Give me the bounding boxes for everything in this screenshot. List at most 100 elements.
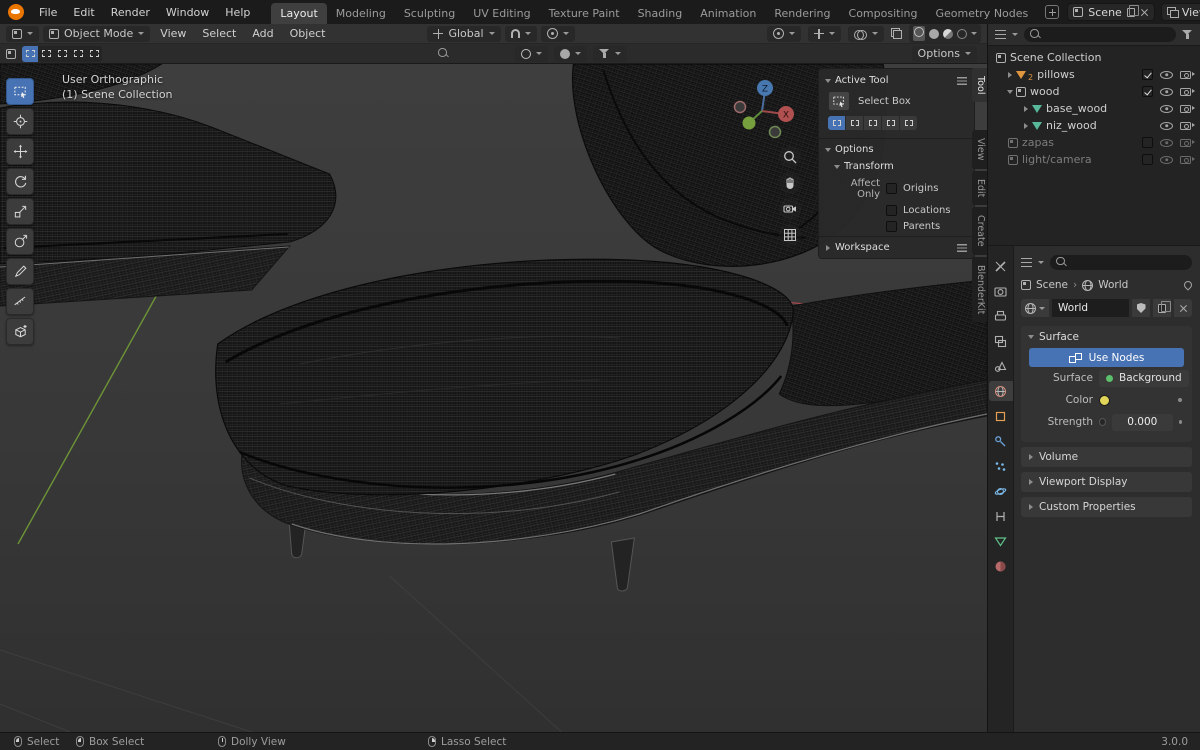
decorator-dot[interactable] xyxy=(1179,420,1182,424)
shading-dropdown-chevron[interactable] xyxy=(971,32,977,35)
workspace-tab-compositing[interactable]: Compositing xyxy=(840,3,927,24)
expand-icon[interactable] xyxy=(1024,123,1028,129)
locations-checkbox[interactable] xyxy=(886,205,897,216)
sidebar-tab-edit[interactable]: Edit xyxy=(972,171,987,205)
new-world-button[interactable] xyxy=(1153,299,1171,317)
tab-physics[interactable] xyxy=(989,481,1013,501)
tool-add-cube[interactable] xyxy=(6,318,34,345)
decorator-dot[interactable] xyxy=(1178,398,1182,402)
properties-editor-icon[interactable] xyxy=(1021,258,1032,267)
gizmo-y-axis[interactable] xyxy=(743,117,756,130)
mode-subtract-button[interactable] xyxy=(864,116,881,130)
overlays-dropdown[interactable] xyxy=(848,26,884,42)
select-mode-extend[interactable] xyxy=(38,46,54,62)
sidebar-tab-blenderkit[interactable]: BlenderKit xyxy=(972,257,987,322)
unlink-world-button[interactable] xyxy=(1174,299,1192,317)
breadcrumb-world[interactable]: World xyxy=(1098,279,1128,291)
select-mode-subtract[interactable] xyxy=(54,46,70,62)
sidebar-tab-create[interactable]: Create xyxy=(972,207,987,255)
tab-object-data[interactable] xyxy=(989,531,1013,551)
tool-annotate[interactable] xyxy=(6,258,34,285)
mode-extend-button[interactable] xyxy=(846,116,863,130)
panel-menu-icon[interactable] xyxy=(957,77,967,85)
hide-viewport-icon[interactable] xyxy=(1160,71,1173,79)
parents-checkbox[interactable] xyxy=(886,221,897,232)
scene-selector[interactable]: Scene xyxy=(1067,3,1155,21)
color-swatch[interactable] xyxy=(1099,395,1110,406)
pan-hand-button[interactable] xyxy=(779,172,801,194)
origins-checkbox[interactable] xyxy=(886,183,897,194)
menu-view[interactable]: View xyxy=(154,25,192,42)
menu-window[interactable]: Window xyxy=(159,3,216,22)
tab-constraints[interactable] xyxy=(989,506,1013,526)
select-mode-new[interactable] xyxy=(22,46,38,62)
outliner-row-scene-collection[interactable]: Scene Collection xyxy=(988,49,1200,66)
breadcrumb-scene[interactable]: Scene xyxy=(1036,279,1068,291)
transform-panel-header[interactable]: Transform xyxy=(819,158,974,175)
workspace-tab-geometry-nodes[interactable]: Geometry Nodes xyxy=(926,3,1037,24)
outliner-row-pillows[interactable]: 2 pillows xyxy=(988,66,1200,83)
tool-cursor[interactable] xyxy=(6,108,34,135)
tab-tool[interactable] xyxy=(989,256,1013,276)
volume-panel-header[interactable]: Volume xyxy=(1021,447,1192,467)
disable-render-icon[interactable] xyxy=(1180,139,1191,147)
navigation-gizmo[interactable]: Z X xyxy=(730,78,794,142)
select-mode-invert[interactable] xyxy=(70,46,86,62)
shading-wireframe-button[interactable] xyxy=(913,26,925,41)
browse-world-button[interactable] xyxy=(1021,299,1049,317)
add-workspace-icon[interactable] xyxy=(1045,5,1059,19)
rendered-shading-icon[interactable] xyxy=(957,29,967,39)
snap-toggle[interactable] xyxy=(505,26,537,42)
exclude-checkbox[interactable] xyxy=(1142,137,1153,148)
tool-move[interactable] xyxy=(6,138,34,165)
world-name-field[interactable]: World xyxy=(1052,299,1129,317)
material-shading-icon[interactable] xyxy=(943,29,953,39)
mode-dropdown[interactable]: Object Mode xyxy=(43,26,150,42)
hide-viewport-icon[interactable] xyxy=(1160,88,1173,96)
menu-select[interactable]: Select xyxy=(196,25,242,42)
editor-chevron[interactable] xyxy=(1038,261,1044,264)
custom-properties-panel-header[interactable]: Custom Properties xyxy=(1021,497,1192,517)
active-tool-panel-header[interactable]: Active Tool xyxy=(819,72,974,89)
tool-rotate[interactable] xyxy=(6,168,34,195)
menu-edit[interactable]: Edit xyxy=(66,3,101,22)
menu-file[interactable]: File xyxy=(32,3,64,22)
animate-decorator[interactable] xyxy=(1099,418,1106,426)
gizmo-neg-y-axis[interactable] xyxy=(770,127,781,138)
workspace-tab-texture-paint[interactable]: Texture Paint xyxy=(540,3,629,24)
remove-scene-icon[interactable] xyxy=(1140,8,1149,17)
exclude-checkbox[interactable] xyxy=(1142,154,1153,165)
disable-render-icon[interactable] xyxy=(1180,122,1191,130)
expand-icon[interactable] xyxy=(1024,106,1028,112)
tab-scene[interactable] xyxy=(989,356,1013,376)
filter-dropdown-1[interactable] xyxy=(515,46,548,62)
hide-viewport-icon[interactable] xyxy=(1160,122,1173,130)
mode-intersect-button[interactable] xyxy=(900,116,917,130)
editor-type-button[interactable] xyxy=(6,26,39,42)
sidebar-tab-view[interactable]: View xyxy=(972,130,987,169)
use-nodes-button[interactable]: Use Nodes xyxy=(1029,348,1184,367)
surface-shader-button[interactable]: Background xyxy=(1099,370,1189,387)
outliner-row-niz-wood[interactable]: niz_wood xyxy=(988,117,1200,134)
xray-toggle-icon[interactable] xyxy=(891,28,902,39)
mode-invert-button[interactable] xyxy=(882,116,899,130)
solid-shading-icon[interactable] xyxy=(929,29,939,39)
outliner-editor-icon[interactable] xyxy=(995,30,1006,39)
select-box-tool-button[interactable] xyxy=(828,91,850,111)
viewport-display-panel-header[interactable]: Viewport Display xyxy=(1021,472,1192,492)
workspace-tab-animation[interactable]: Animation xyxy=(691,3,765,24)
workspace-tab-sculpting[interactable]: Sculpting xyxy=(395,3,464,24)
gizmos-dropdown[interactable] xyxy=(808,26,841,42)
hide-viewport-icon[interactable] xyxy=(1160,156,1173,164)
outliner-filter-icon[interactable] xyxy=(1182,30,1193,40)
outliner-row-light-camera[interactable]: light/camera xyxy=(988,151,1200,168)
disable-render-icon[interactable] xyxy=(1180,88,1191,96)
filter-funnel-dropdown[interactable] xyxy=(593,46,627,62)
new-scene-icon[interactable] xyxy=(1127,8,1135,17)
outliner-row-wood[interactable]: wood xyxy=(988,83,1200,100)
tool-measure[interactable] xyxy=(6,288,34,315)
outliner-row-base-wood[interactable]: base_wood xyxy=(988,100,1200,117)
camera-view-button[interactable] xyxy=(779,198,801,220)
pin-icon[interactable] xyxy=(1182,279,1193,290)
tool-select-box[interactable] xyxy=(6,78,34,105)
